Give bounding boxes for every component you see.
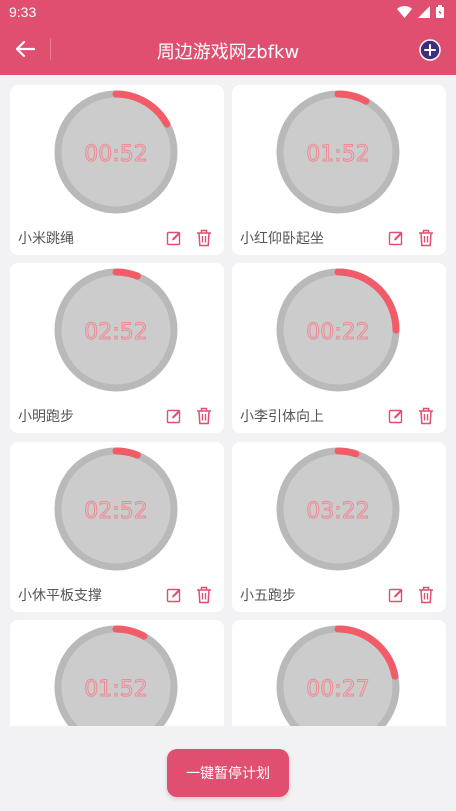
delete-icon[interactable] bbox=[418, 407, 434, 425]
timer-name: 小休平板支撑 bbox=[18, 588, 102, 604]
edit-icon[interactable] bbox=[166, 230, 182, 246]
bottom-bar: 一键暂停计划 bbox=[0, 726, 456, 811]
edit-icon[interactable] bbox=[388, 587, 404, 603]
delete-icon[interactable] bbox=[418, 229, 434, 247]
edit-icon[interactable] bbox=[166, 408, 182, 424]
timer-grid: 00:52 小米跳绳 01:52 小红仰卧起坐 02:52 小明跑步 00:22 小李引体向上… bbox=[0, 75, 456, 726]
timer-name: 小明跑步 bbox=[18, 409, 74, 425]
timer-dial: 00:22 bbox=[276, 268, 400, 392]
timer-dial: 01:52 bbox=[54, 625, 178, 726]
delete-icon[interactable] bbox=[418, 586, 434, 604]
pause-all-button[interactable]: 一键暂停计划 bbox=[167, 749, 289, 797]
timer-card[interactable]: 00:22 小李引体向上 bbox=[232, 263, 446, 433]
timer-card[interactable]: 02:52 小明跑步 bbox=[10, 263, 224, 433]
wifi-icon bbox=[397, 5, 412, 18]
timer-time: 02:52 bbox=[84, 499, 147, 524]
timer-dial: 02:52 bbox=[54, 268, 178, 392]
timer-dial: 01:52 bbox=[276, 90, 400, 214]
edit-icon[interactable] bbox=[166, 587, 182, 603]
timer-dial: 00:27 bbox=[276, 625, 400, 726]
timer-name: 小红仰卧起坐 bbox=[240, 231, 324, 247]
timer-dial: 00:52 bbox=[54, 90, 178, 214]
status-time: 9:33 bbox=[9, 4, 37, 20]
edit-icon[interactable] bbox=[388, 408, 404, 424]
page-title: 周边游戏网zbfkw bbox=[156, 42, 300, 63]
delete-icon[interactable] bbox=[196, 586, 212, 604]
battery-icon bbox=[436, 5, 444, 18]
timer-card[interactable]: 00:27 bbox=[232, 620, 446, 726]
delete-icon[interactable] bbox=[196, 229, 212, 247]
timer-card[interactable]: 01:52 bbox=[10, 620, 224, 726]
edit-icon[interactable] bbox=[388, 230, 404, 246]
timer-time: 00:22 bbox=[306, 320, 369, 345]
timer-time: 02:52 bbox=[84, 320, 147, 345]
timer-card[interactable]: 00:52 小米跳绳 bbox=[10, 85, 224, 255]
timer-card[interactable]: 03:22 小五跑步 bbox=[232, 442, 446, 612]
timer-card[interactable]: 02:52 小休平板支撑 bbox=[10, 442, 224, 612]
status-bar: 9:33 bbox=[0, 0, 456, 24]
add-plan-icon[interactable] bbox=[419, 39, 441, 61]
timer-dial: 03:22 bbox=[276, 447, 400, 571]
timer-name: 小五跑步 bbox=[240, 588, 296, 604]
status-icons bbox=[397, 5, 444, 18]
timer-time: 00:27 bbox=[306, 677, 369, 702]
signal-icon bbox=[418, 5, 430, 18]
timer-card[interactable]: 01:52 小红仰卧起坐 bbox=[232, 85, 446, 255]
timer-dial: 02:52 bbox=[54, 447, 178, 571]
timer-name: 小李引体向上 bbox=[240, 409, 324, 425]
timer-time: 00:52 bbox=[84, 142, 147, 167]
timer-time: 03:22 bbox=[306, 499, 369, 524]
timer-time: 01:52 bbox=[84, 677, 147, 702]
timer-time: 01:52 bbox=[306, 142, 369, 167]
timer-name: 小米跳绳 bbox=[18, 231, 74, 247]
app-bar: 周边游戏网zbfkw bbox=[0, 24, 456, 75]
delete-icon[interactable] bbox=[196, 407, 212, 425]
